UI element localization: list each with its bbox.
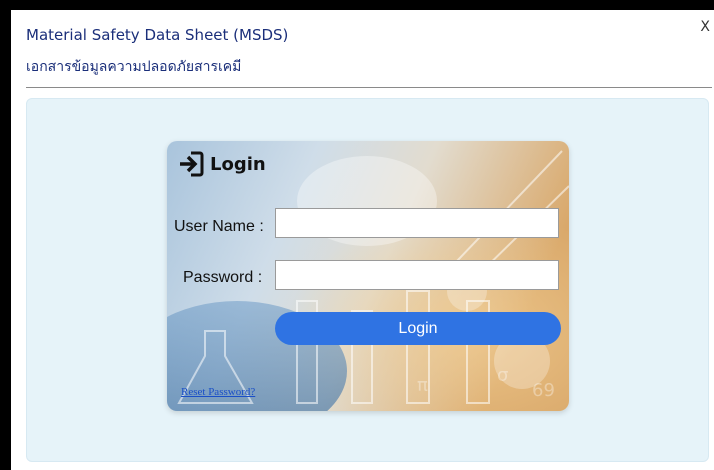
login-title: Login [210,153,266,175]
sign-in-icon [178,151,204,177]
password-label: Password : [183,269,263,286]
login-button[interactable]: Login [275,312,561,345]
dialog-subtitle: เอกสารข้อมูลความปลอดภัยสารเคมี [26,59,242,75]
dialog-title: Material Safety Data Sheet (MSDS) [26,26,289,44]
username-input[interactable] [275,208,559,238]
username-label: User Name : [174,218,264,235]
reset-password-link[interactable]: Reset Password? [181,386,255,398]
svg-text:σ: σ [497,365,508,386]
svg-text:69: 69 [532,380,555,401]
login-header: Login [178,151,266,177]
header-divider [26,87,712,88]
dialog-body: σ π 69 Login User Name : Password : Logi… [26,98,709,462]
close-button[interactable]: X [700,20,710,34]
svg-text:π: π [417,375,428,396]
msds-dialog: X Material Safety Data Sheet (MSDS) เอกส… [11,10,714,470]
login-card: σ π 69 Login User Name : Password : Logi… [167,141,569,411]
password-input[interactable] [275,260,559,290]
